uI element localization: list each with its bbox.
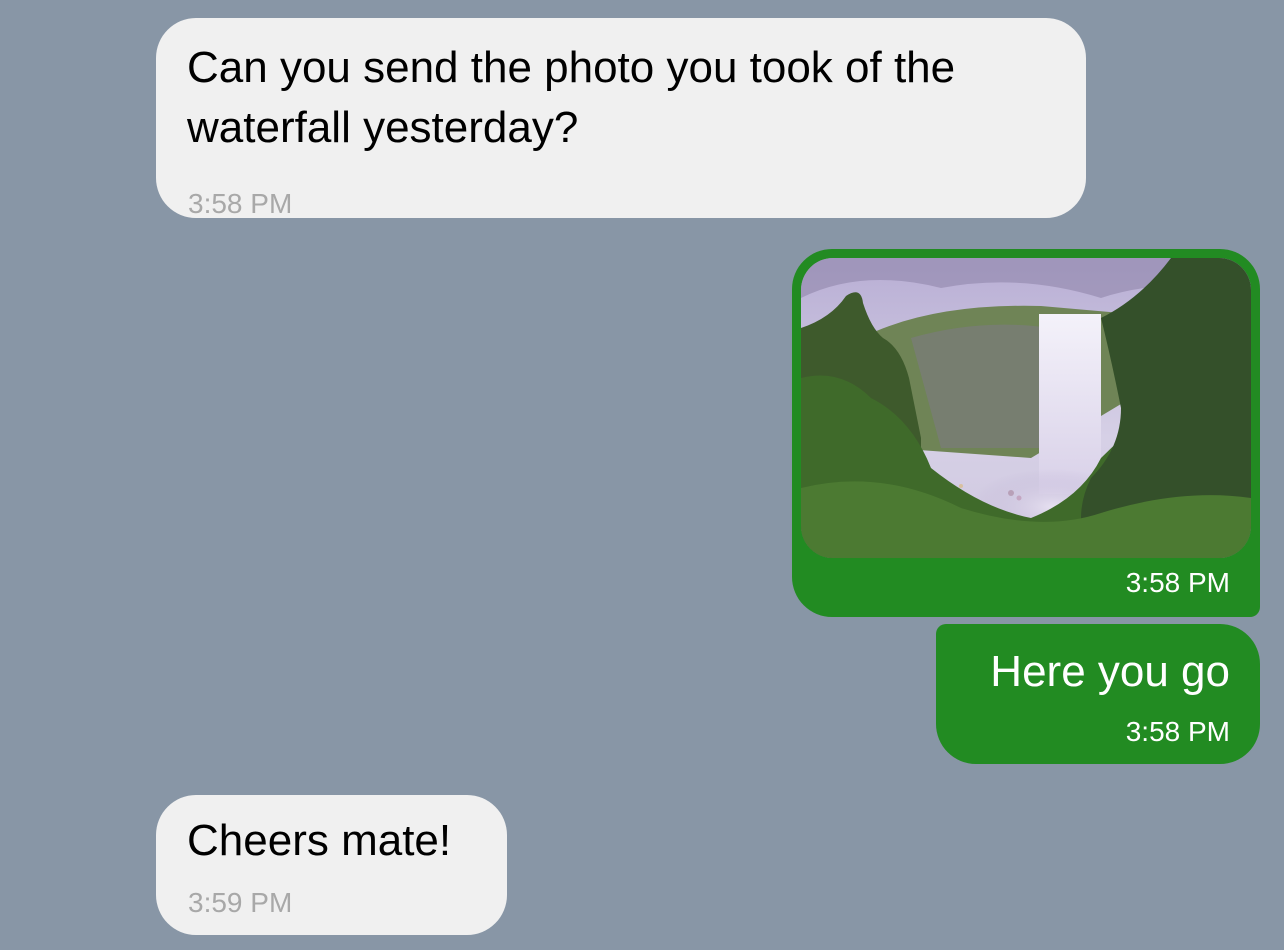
waterfall-photo[interactable] <box>801 258 1251 558</box>
message-timestamp: 3:58 PM <box>1125 567 1230 598</box>
message-text: Can you send the photo you took of the w… <box>187 43 956 152</box>
message-timestamp: 3:59 PM <box>188 887 293 918</box>
message-text: Cheers mate! <box>187 816 452 865</box>
incoming-message-bubble[interactable]: Can you send the photo you took of the w… <box>156 18 1086 219</box>
message-timestamp: 3:58 PM <box>1125 716 1230 747</box>
outgoing-photo-message-bubble[interactable]: 3:58 PM <box>792 249 1260 617</box>
outgoing-message-bubble[interactable]: Here you go 3:58 PM <box>936 624 1260 764</box>
message-timestamp: 3:58 PM <box>188 188 293 219</box>
message-text: Here you go <box>990 647 1230 696</box>
incoming-message-bubble[interactable]: Cheers mate! 3:59 PM <box>156 795 507 935</box>
